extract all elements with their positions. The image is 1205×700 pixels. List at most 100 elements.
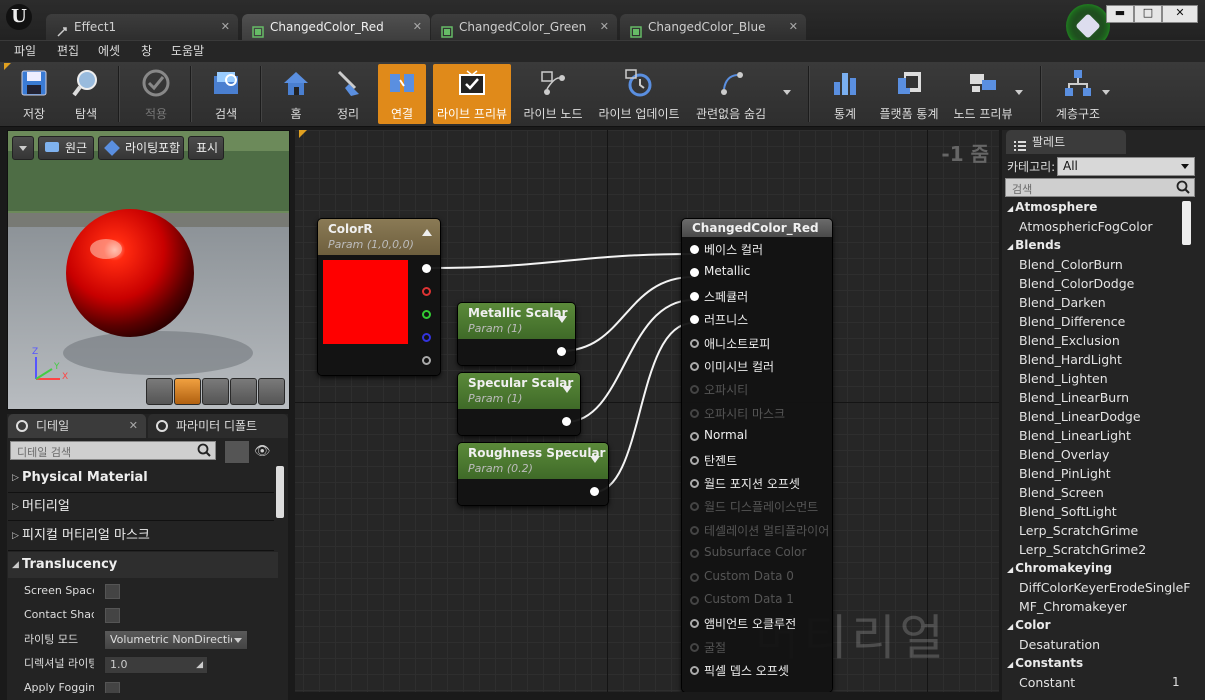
palette-item[interactable]: Blend_SoftLight <box>1019 504 1117 519</box>
directional-lighting-input[interactable]: 1.0 ◢ <box>104 656 208 674</box>
palette-item[interactable]: Lerp_ScratchGrime2 <box>1019 542 1146 557</box>
checkbox-apply-fogging[interactable] <box>105 682 120 693</box>
output-pin[interactable] <box>562 417 571 426</box>
preview-cube-icon[interactable] <box>230 378 257 405</box>
details-scrollbar-thumb[interactable] <box>276 466 284 518</box>
output-pin[interactable] <box>590 487 599 496</box>
menu-edit[interactable]: 편집 <box>57 40 79 62</box>
close-button[interactable]: ✕ <box>1162 5 1198 23</box>
input-pin[interactable] <box>690 479 699 488</box>
preview-plane-icon[interactable] <box>202 378 229 405</box>
input-pin[interactable] <box>690 245 699 254</box>
input-pin[interactable] <box>690 315 699 325</box>
checkbox-screen-space[interactable] <box>105 584 120 599</box>
eye-visibility-icon[interactable]: 👁 <box>254 444 271 459</box>
preview-cylinder-icon[interactable] <box>146 378 173 405</box>
expand-node-icon[interactable] <box>562 386 572 393</box>
category-physical-material-mask[interactable]: ▷ 피지컬 머티리얼 마스크 <box>8 523 278 549</box>
lit-mode-button[interactable]: 라이팅포함 <box>98 136 184 160</box>
tab-details[interactable]: 디테일 ✕ <box>8 414 146 438</box>
live-nodes-button[interactable]: 라이브 노드 <box>520 62 586 126</box>
browse-button[interactable]: 탐색 <box>62 62 110 126</box>
palette-item[interactable]: Blend_Overlay <box>1019 447 1109 462</box>
live-update-button[interactable]: 라이브 업데이트 <box>596 62 682 126</box>
tab-changedcolor-red[interactable]: ChangedColor_Red ✕ <box>242 14 430 40</box>
category-material[interactable]: ▷ 머티리얼 <box>8 494 278 520</box>
stats-button[interactable]: 통계 <box>820 62 870 126</box>
input-pin[interactable] <box>690 572 699 582</box>
live-preview-button[interactable]: 라이브 프리뷰 <box>433 62 511 126</box>
input-pin[interactable] <box>690 502 699 512</box>
palette-item[interactable]: Blend_PinLight <box>1019 466 1111 481</box>
close-tab-icon[interactable]: ✕ <box>600 14 609 40</box>
clean-up-button[interactable]: 정리 <box>324 62 372 126</box>
input-pin[interactable] <box>690 338 699 348</box>
palette-item[interactable]: Blend_Lighten <box>1019 371 1108 386</box>
palette-item[interactable]: Blend_Difference <box>1019 314 1125 329</box>
property-matrix-icon[interactable] <box>224 440 250 464</box>
palette-category[interactable]: ◢ Constants <box>1007 656 1083 670</box>
viewport-options-button[interactable] <box>12 136 34 160</box>
colorr-node[interactable]: ColorR Param (1,0,0,0) <box>318 219 440 375</box>
menu-asset[interactable]: 에셋 <box>98 40 120 62</box>
output-pin[interactable] <box>557 347 566 356</box>
hide-unrelated-button[interactable]: 관련없음 숨김 <box>690 62 772 126</box>
close-tab-icon[interactable]: ✕ <box>789 14 798 40</box>
tab-changedcolor-green[interactable]: ChangedColor_Green ✕ <box>431 14 617 40</box>
expand-node-icon[interactable] <box>590 456 600 463</box>
maximize-button[interactable]: □ <box>1134 5 1162 23</box>
menu-help[interactable]: 도움말 <box>171 40 204 62</box>
collapse-node-icon[interactable] <box>422 229 432 236</box>
perspective-button[interactable]: 원근 <box>38 136 94 160</box>
preview-mesh-icon[interactable] <box>258 378 285 405</box>
palette-category[interactable]: ◢ Chromakeying <box>1007 561 1112 575</box>
palette-item[interactable]: AtmosphericFogColor <box>1019 219 1153 234</box>
output-pin-r[interactable] <box>422 287 431 296</box>
input-pin[interactable] <box>690 619 699 629</box>
palette-category[interactable]: ◢ Blends <box>1007 238 1061 252</box>
show-button[interactable]: 표시 <box>188 136 224 160</box>
close-tab-icon[interactable]: ✕ <box>413 14 422 40</box>
palette-item[interactable]: Blend_LinearDodge <box>1019 409 1141 424</box>
metallic-scalar-node[interactable]: Metallic Scalar Param (1) <box>458 303 575 365</box>
minimize-button[interactable]: ▬ <box>1106 5 1134 23</box>
menu-file[interactable]: 파일 <box>14 40 36 62</box>
input-pin[interactable] <box>690 525 699 535</box>
input-pin[interactable] <box>690 408 699 418</box>
find-in-cb-button[interactable]: 검색 <box>200 62 252 126</box>
palette-item[interactable]: MF_Chromakeyer <box>1019 599 1127 614</box>
category-physical-material[interactable]: ▷ Physical Material <box>8 465 278 491</box>
checkbox-contact-shadows[interactable] <box>105 608 120 623</box>
tab-effect1[interactable]: Effect1 ✕ <box>46 14 238 40</box>
palette-item[interactable]: DiffColorKeyerErodeSingleF <box>1019 580 1191 595</box>
input-pin[interactable] <box>690 549 699 559</box>
input-pin[interactable] <box>690 362 699 371</box>
material-graph[interactable]: -1 줌 머티리얼 ColorR Param (1,0,0,0) Metalli… <box>295 130 999 692</box>
chevron-down-icon[interactable] <box>783 90 791 95</box>
connectors-button[interactable]: 연결 <box>378 62 426 126</box>
palette-item[interactable]: Blend_Darken <box>1019 295 1106 310</box>
result-node[interactable]: ChangedColor_Red 베이스 컬러 Metallic 스페큘러 러프니스 애… <box>682 219 832 692</box>
input-pin[interactable] <box>690 642 699 652</box>
palette-item[interactable]: Blend_ColorBurn <box>1019 257 1123 272</box>
palette-item[interactable]: Blend_HardLight <box>1019 352 1122 367</box>
preview-sphere-icon[interactable] <box>174 378 201 405</box>
tab-palette[interactable]: 팔레트 <box>1006 130 1126 154</box>
save-button[interactable]: 저장 <box>10 62 58 126</box>
input-pin[interactable] <box>690 291 699 301</box>
chevron-down-icon[interactable] <box>1015 90 1023 95</box>
palette-item[interactable]: Lerp_ScratchGrime <box>1019 523 1138 538</box>
expand-node-icon[interactable] <box>557 316 567 323</box>
palette-item[interactable]: Blend_LinearBurn <box>1019 390 1129 405</box>
details-search-input[interactable]: 디테일 검색 <box>10 441 216 460</box>
palette-item[interactable]: Blend_ColorDodge <box>1019 276 1134 291</box>
output-pin-rgb[interactable] <box>422 264 431 273</box>
roughness-specular-node[interactable]: Roughness Specular Param (0.2) <box>458 443 608 505</box>
specular-scalar-node[interactable]: Specular Scalar Param (1) <box>458 373 580 435</box>
palette-item[interactable]: Blend_Screen <box>1019 485 1104 500</box>
home-button[interactable]: 홈 <box>270 62 322 126</box>
palette-category[interactable]: ◢ Color <box>1007 618 1050 632</box>
palette-scrollbar-thumb[interactable] <box>1182 201 1191 245</box>
chevron-down-icon[interactable] <box>1102 90 1110 95</box>
palette-item[interactable]: Blend_Exclusion <box>1019 333 1120 348</box>
